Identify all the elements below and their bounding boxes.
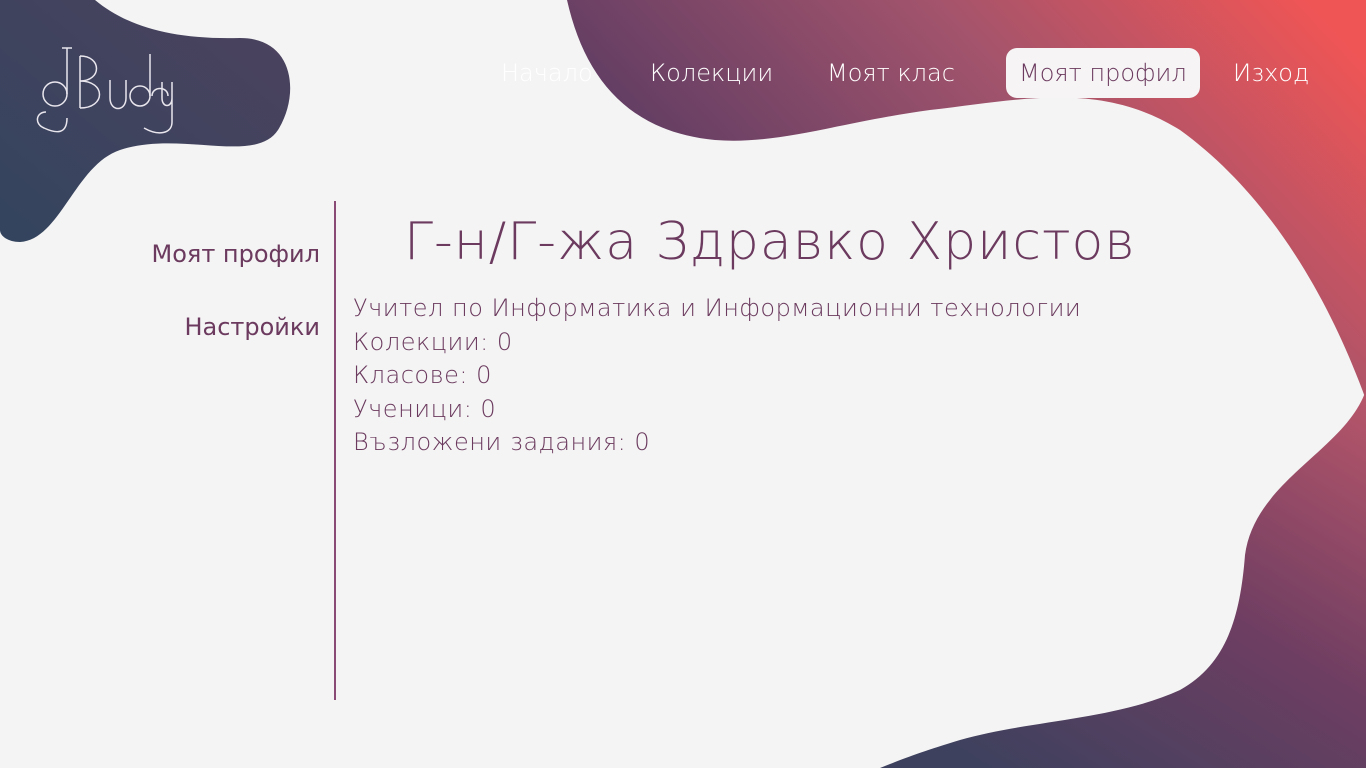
profile-assignments-count: Възложени задания: 0 — [353, 428, 651, 456]
profile-classes-count: Класове: 0 — [353, 361, 492, 389]
main-nav: Начало Колекции Моят клас Моят профил Из… — [0, 48, 1366, 100]
nav-item-collections[interactable]: Колекции — [637, 48, 786, 98]
profile-students-count: Ученици: 0 — [353, 394, 497, 423]
profile-role: Учител по Информатика и Информационни те… — [353, 294, 1082, 322]
nav-item-my-class[interactable]: Моят клас — [814, 48, 968, 98]
page-title: Г-н/Г-жа Здравко Христов — [404, 212, 1136, 272]
sidebar-divider — [334, 201, 336, 700]
profile-collections-count: Колекции: 0 — [353, 327, 513, 356]
profile-details: Учител по Информатика и Информационни те… — [353, 292, 1081, 460]
sidebar-item-my-profile[interactable]: Моят профил — [151, 240, 320, 268]
nav-item-my-profile[interactable]: Моят профил — [1006, 48, 1200, 98]
nav-item-home[interactable]: Начало — [488, 48, 606, 98]
nav-item-logout[interactable]: Изход — [1220, 48, 1322, 98]
sidebar-item-settings[interactable]: Настройки — [184, 313, 320, 341]
